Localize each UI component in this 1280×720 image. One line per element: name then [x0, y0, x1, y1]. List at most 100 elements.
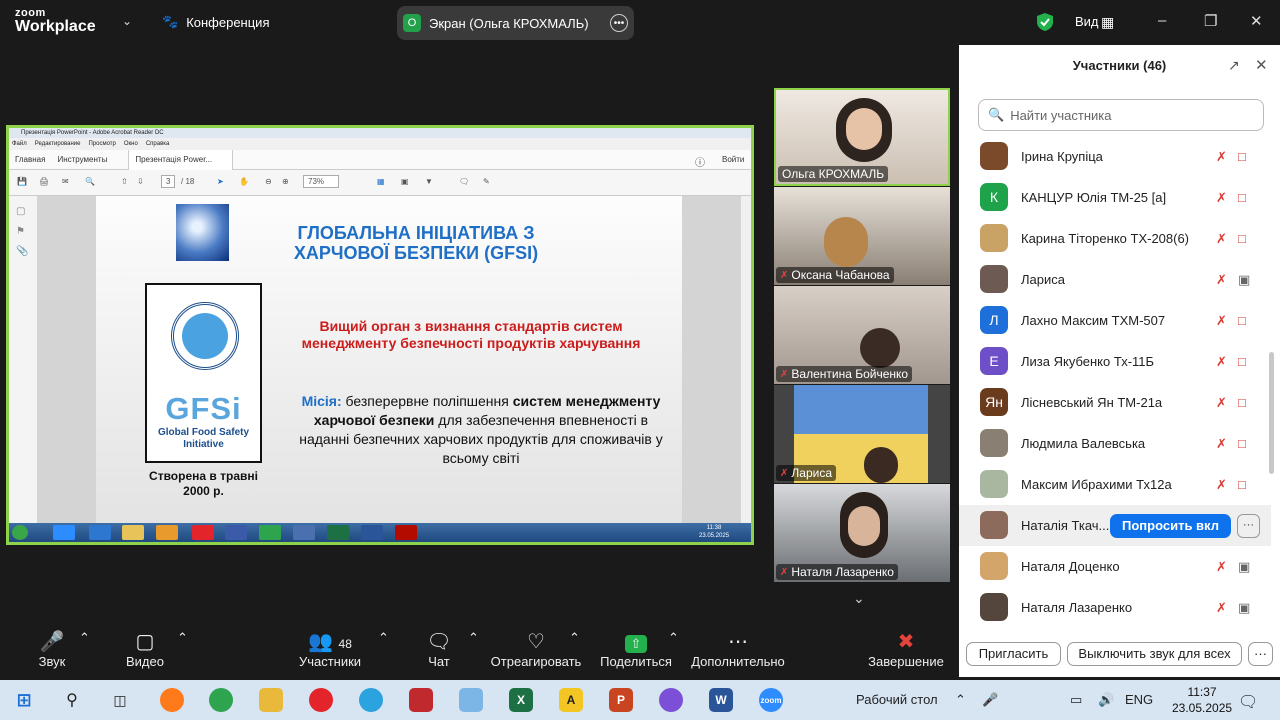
opera-icon[interactable] — [192, 525, 214, 540]
start-icon[interactable] — [12, 525, 28, 540]
page-up-icon[interactable]: ⇧ — [121, 177, 128, 186]
excel-icon[interactable] — [327, 525, 349, 540]
participant-row[interactable]: Е Лиза Якубенко Тх-11Б ✗ □ — [959, 341, 1271, 382]
mail-icon[interactable]: ✉ — [62, 177, 69, 186]
app-icon[interactable] — [409, 688, 433, 712]
grid-view-icon[interactable]: ▦ — [1101, 14, 1114, 31]
volume-icon[interactable]: 🔊 — [1098, 692, 1114, 708]
participant-row[interactable]: Карина Тіторенко ТХ-208(6) ✗ □ — [959, 218, 1271, 259]
save-app-icon[interactable] — [225, 525, 247, 540]
paint-icon[interactable] — [459, 688, 483, 712]
ask-to-unmute-button[interactable]: Попросить вкл — [1110, 514, 1231, 538]
video-tile-2[interactable]: ✗ Валентина Бойченко — [774, 286, 950, 384]
invite-button[interactable]: Пригласить — [966, 642, 1061, 666]
attachment-icon[interactable]: 📎 — [16, 246, 28, 257]
word-icon[interactable]: W — [709, 688, 733, 712]
participant-row[interactable]: Лариса ✗ ▣ — [959, 259, 1271, 300]
participant-row[interactable]: К КАНЦУР Юлія ТМ-25 [а] ✗ □ — [959, 177, 1271, 218]
menu-help[interactable]: Справка — [146, 138, 170, 150]
task-view-icon[interactable]: ◫ — [108, 688, 132, 712]
select-tool-icon[interactable]: ➤ — [217, 177, 224, 186]
chrome-icon[interactable] — [209, 688, 233, 712]
participant-row[interactable]: Наталя Лазаренко ✗ ▣ — [959, 587, 1271, 628]
autocad-icon[interactable]: A — [559, 688, 583, 712]
video-tile-1[interactable]: ✗ Оксана Чабанова — [774, 187, 950, 285]
participant-row-hovered[interactable]: Наталія Ткач... Попросить вкл ··· — [959, 505, 1271, 546]
audio-button[interactable]: 🎤 Звук — [30, 630, 74, 669]
video-tile-3[interactable]: ✗ Лариса — [774, 385, 950, 483]
video-options-chevron-icon[interactable]: ⌃ — [177, 630, 188, 646]
participant-row[interactable]: Ірина Крупіца ✗ □ — [959, 136, 1271, 177]
menu-view[interactable]: Просмотр — [88, 138, 115, 150]
participant-row[interactable]: Максим Ибрахими Тх12а ✗ □ — [959, 464, 1271, 505]
scroll-mode-icon[interactable]: ▼ — [425, 177, 433, 186]
zoom-in-icon[interactable]: ⊕ — [282, 177, 289, 186]
viber-icon[interactable] — [659, 688, 683, 712]
fullscreen-icon[interactable]: ▣ — [401, 177, 409, 186]
powerpoint-icon[interactable]: P — [609, 688, 633, 712]
zoom-icon[interactable] — [53, 525, 75, 540]
participant-row[interactable]: Людмила Валевська ✗ □ — [959, 423, 1271, 464]
chrome-icon[interactable] — [259, 525, 281, 540]
zoom-out-icon[interactable]: ⊖ — [265, 177, 272, 186]
share-button[interactable]: ⇧ Поделиться — [600, 630, 672, 669]
folder-icon[interactable] — [122, 525, 144, 540]
video-tile-4[interactable]: ✗ Наталя Лазаренко — [774, 484, 950, 582]
react-options-chevron-icon[interactable]: ⌃ — [569, 630, 580, 646]
chat-options-chevron-icon[interactable]: ⌃ — [468, 630, 479, 646]
conference-button[interactable]: 🐾 Конференция — [162, 14, 269, 30]
tab-tools[interactable]: Инструменты — [51, 155, 113, 164]
tray-chevron-icon[interactable]: ⌃ — [955, 692, 966, 708]
participant-list-scrollbar[interactable] — [1269, 352, 1274, 474]
ie-icon[interactable] — [89, 525, 111, 540]
participant-row[interactable]: Ян Лісневський Ян ТМ-21а ✗ □ — [959, 382, 1271, 423]
participant-more-button[interactable]: ··· — [1237, 514, 1260, 538]
end-meeting-button[interactable]: ✖ Завершение — [868, 630, 944, 669]
mute-all-button[interactable]: Выключить звук для всех — [1067, 642, 1242, 666]
media-icon[interactable] — [156, 525, 178, 540]
battery-icon[interactable]: ▭ — [1070, 692, 1082, 708]
zoom-level-field[interactable]: 73% — [303, 175, 340, 188]
shared-screen[interactable]: Презентація PowerPoint - Adobe Acrobat R… — [6, 125, 754, 545]
word-icon[interactable] — [361, 525, 383, 540]
language-indicator[interactable]: ENG — [1125, 692, 1153, 707]
participants-options-chevron-icon[interactable]: ⌃ — [378, 630, 389, 646]
hand-tool-icon[interactable]: ✋ — [239, 177, 249, 186]
chat-button[interactable]: 🗨 Чат — [422, 630, 456, 669]
excel-icon[interactable]: X — [509, 688, 533, 712]
opera-icon[interactable] — [309, 688, 333, 712]
system-clock[interactable]: 11:37 23.05.2025 — [1172, 684, 1232, 716]
audio-options-chevron-icon[interactable]: ⌃ — [79, 630, 90, 646]
save-icon[interactable]: 💾 — [17, 177, 27, 186]
zoom-taskbar-icon[interactable]: zoom — [759, 688, 783, 712]
tab-home[interactable]: Главная — [9, 155, 51, 164]
comment-icon[interactable]: 🗨 — [459, 177, 469, 186]
pen-icon[interactable]: ✎ — [483, 177, 490, 186]
bookmark-icon[interactable]: ⚑ — [16, 226, 25, 237]
page-down-icon[interactable]: ⇩ — [137, 177, 144, 186]
more-button[interactable]: ⋯ Дополнительно — [690, 630, 786, 669]
menu-file[interactable]: Файл — [12, 138, 27, 150]
tab-document[interactable]: Презентація Power... — [128, 149, 234, 170]
scroll-down-chevron-icon[interactable]: ⌄ — [853, 590, 865, 607]
firefox-icon[interactable] — [160, 688, 184, 712]
people-icon[interactable] — [293, 525, 315, 540]
participant-row[interactable]: Наталя Доценко ✗ ▣ — [959, 546, 1271, 587]
minimize-icon[interactable]: – — [1158, 12, 1166, 29]
popout-icon[interactable]: ↗ — [1228, 57, 1240, 74]
view-menu[interactable]: Вид — [1075, 14, 1099, 29]
help-icon[interactable]: ⓘ — [695, 154, 705, 169]
notifications-icon[interactable]: 🗨 — [1238, 692, 1258, 712]
page-number-input[interactable]: 3 — [161, 175, 176, 188]
menu-edit[interactable]: Редактирование — [35, 138, 81, 150]
thumbnails-icon[interactable]: ▢ — [16, 206, 25, 217]
app-menu-chevron-icon[interactable]: ⌄ — [122, 14, 132, 28]
video-tile-0[interactable]: Ольга КРОХМАЛЬ — [774, 88, 950, 186]
security-shield-icon[interactable] — [1036, 12, 1054, 32]
more-options-button[interactable]: ··· — [1248, 642, 1273, 666]
fit-page-icon[interactable]: ▦ — [377, 177, 385, 186]
document-scrollbar[interactable] — [741, 196, 751, 523]
file-explorer-icon[interactable] — [259, 688, 283, 712]
participant-search-input[interactable]: 🔍 Найти участника — [978, 99, 1264, 131]
acrobat-icon[interactable] — [395, 525, 417, 540]
